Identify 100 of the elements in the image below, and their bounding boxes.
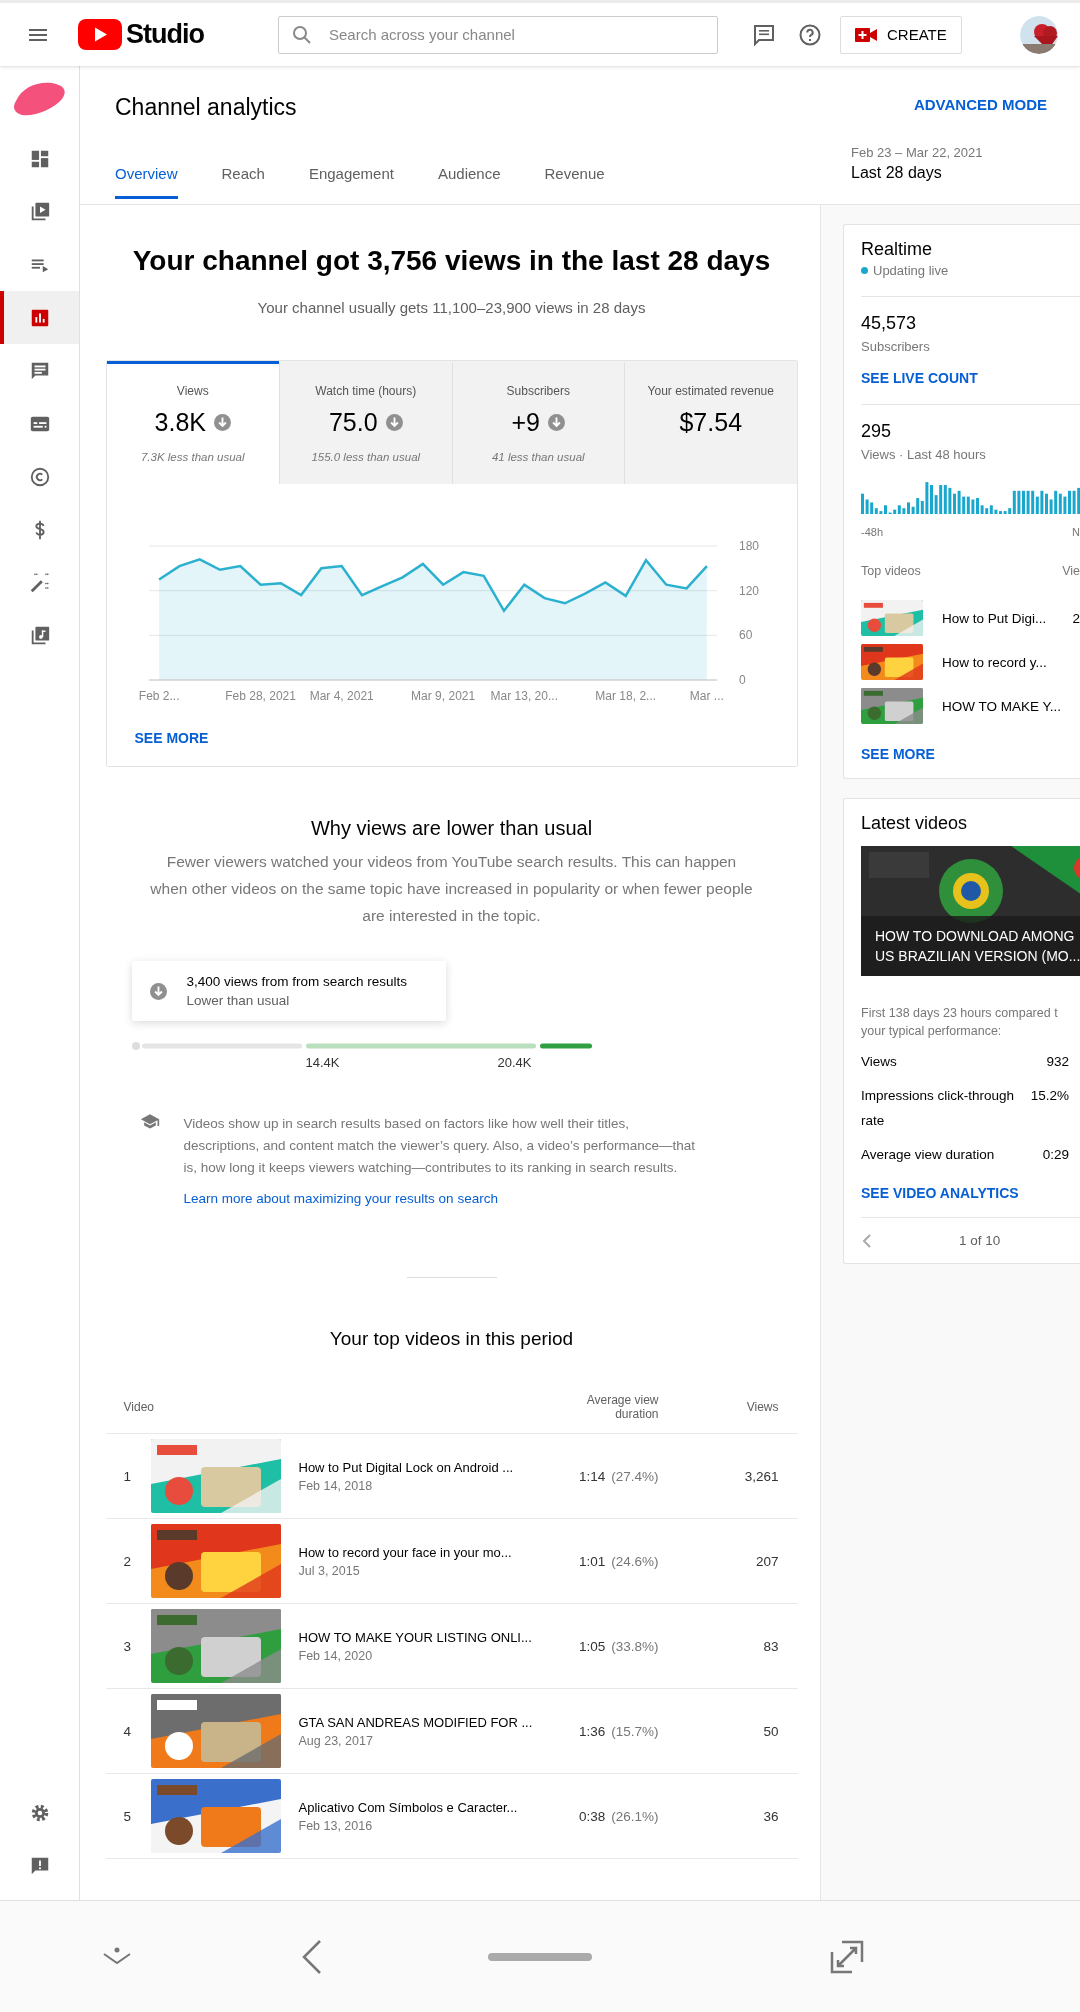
back-icon[interactable] [300,1938,324,1975]
stat-value: 932 [1046,1053,1069,1071]
column-header: Top videos [861,564,921,578]
video-date: Aug 23, 2017 [298,1733,374,1748]
rank-number: 5 [123,1808,132,1824]
metric-tab[interactable]: Your estimated revenue $7.54 [624,361,797,484]
page-indicator: 1 of 10 [959,1233,1001,1248]
copyright-icon[interactable] [28,465,51,488]
axis-label: 180 [738,539,759,553]
tab[interactable]: Reach [221,164,265,199]
card-title: Latest videos [861,812,969,834]
rank-number: 1 [123,1468,132,1484]
metric-comparison: 7.3K less than usual [140,451,245,463]
video-camera-icon [855,26,877,43]
video-title[interactable]: Aplicativo Com Símbolos e Caracter... [298,1799,549,1815]
rank-number: 2 [123,1553,132,1569]
metric-tab[interactable]: Watch time (hours) 75.0 155.0 less than usual [279,361,452,484]
video-title[interactable]: How to Put Digi... [942,610,1047,626]
metric-value: 3.8K [154,408,206,437]
column-header: Average view duration [585,1392,659,1421]
axis-label: N [1072,526,1080,538]
metric-value: +9 [511,408,540,437]
advanced-mode-button[interactable]: ADVANCED MODE [913,96,1047,113]
axis-label: 60 [738,628,752,643]
section-title: Why views are lower than usual [310,817,593,840]
video-title[interactable]: How to record your face in your mo... [298,1544,549,1560]
rank-number: 4 [123,1723,132,1739]
stat-label: Subscribers [861,339,931,354]
stat-value: 15.2% [1030,1087,1069,1105]
message-icon[interactable] [752,22,776,47]
video-date: Feb 14, 2018 [298,1478,374,1493]
tab[interactable]: Revenue [544,164,605,199]
headline: Your channel got 3,756 views in the last 28 days [132,245,771,277]
logo-text: Studio [126,19,204,50]
table-cell-text: 1:01 (24.6%) [577,1553,659,1569]
tab[interactable]: Engagement [308,164,394,199]
table-cell-text: 36 [762,1808,779,1824]
axis-label: Mar 13, 20... [490,689,558,703]
metric-tab[interactable]: Subscribers +9 41 less than usual [451,361,624,484]
axis-label: -48h [861,526,884,538]
axis-label: Mar 9, 2021 [410,689,475,703]
tab[interactable]: Audience [437,164,501,199]
date-range[interactable]: Feb 23 – Mar 22, 2021 [851,145,1080,160]
video-date: Feb 14, 2020 [298,1648,374,1663]
period-label[interactable]: Last 28 days [851,164,1080,182]
axis-label: Feb 2... [138,689,179,703]
subtitle: Your channel usually gets 11,100–23,900 views in 28 days [257,299,646,316]
callout-subtitle: Lower than usual [186,993,291,1008]
table-cell-text: 207 [754,1553,779,1569]
axis-label: Feb 28, 2021 [224,689,296,703]
table-cell-text: 1:05 (33.8%) [577,1638,659,1654]
callout-title: 3,400 views from from search results [186,974,408,989]
metric-value: 75.0 [328,408,378,437]
metric-label: Subscribers [506,384,570,398]
range-label: 14.4K [305,1055,340,1070]
search-field[interactable]: Search across your channel [278,15,718,54]
video-title[interactable]: GTA SAN ANDREAS MODIFIED FOR ... [298,1714,549,1730]
magic-wand-icon[interactable] [28,571,51,594]
stat-label: Impressions click-through rate [861,1087,1016,1130]
see-more-link[interactable]: SEE MORE [134,730,209,746]
help-icon[interactable] [798,22,822,47]
see-video-analytics-link[interactable]: SEE VIDEO ANALYTICS [861,1185,1019,1201]
learn-more-link[interactable]: Learn more about maximizing your results on search [183,1191,498,1206]
axis-label: 0 [738,673,746,687]
graduation-cap-icon [139,1113,160,1129]
column-header: Video [123,1399,155,1414]
range-label: 20.4K [497,1055,532,1070]
rank-number: 3 [123,1638,132,1654]
axis-label: Mar 18, 2... [594,689,656,703]
stat-label: Views · Last 48 hours [861,447,987,462]
video-title[interactable]: How to Put Digital Lock on Android ... [298,1459,549,1475]
tab[interactable]: Overview [115,164,178,199]
video-title[interactable]: HOW TO MAKE Y... [942,698,1062,714]
subscriber-count: 45,573 [861,313,918,334]
metric-label: Watch time (hours) [315,384,417,398]
explanation-text: Fewer viewers watched your videos from YouTube search results. This can happen when other videos on the same topic have increased in popularity or when fewer people are interested in the topic. [149,852,754,926]
table-cell-text: 3,261 [743,1468,779,1484]
see-more-link[interactable]: SEE MORE [861,746,935,762]
tip-text: Videos show up in search results based on factors like how well their titles, descriptions, and content match the viewer’s query. Also, a video’s performance—that is, how long it keeps viewers watching—contributes to its ranking in search results. [183,1115,697,1177]
video-title[interactable]: HOW TO MAKE YOUR LISTING ONLI... [298,1629,549,1645]
video-date: Jul 3, 2015 [298,1563,361,1578]
stat-label: Views [861,1053,897,1071]
column-header: Views [745,1399,779,1414]
axis-label: Mar ... [689,689,724,703]
see-live-count-link[interactable]: SEE LIVE COUNT [861,370,978,386]
create-button[interactable]: CREATE [840,15,962,54]
axis-label: 120 [738,583,759,598]
metric-comparison: 155.0 less than usual [311,451,421,463]
axis-label: Mar 4, 2021 [309,689,374,703]
section-title: Your top videos in this period [329,1328,574,1350]
stat-label: Average view duration [861,1146,995,1164]
play-logo-icon[interactable] [78,19,122,50]
table-cell-text: 50 [762,1723,779,1739]
note-text: First 138 days 23 hours compared t your typical performance: [861,1005,1059,1040]
table-cell-text: 1:14 (27.4%) [577,1468,659,1484]
table-cell-text: 83 [762,1638,779,1654]
video-date: Feb 13, 2016 [298,1818,374,1833]
video-title[interactable]: How to record y... [942,654,1047,670]
view-count: 295 [861,421,893,442]
metric-label: Views [176,384,209,398]
